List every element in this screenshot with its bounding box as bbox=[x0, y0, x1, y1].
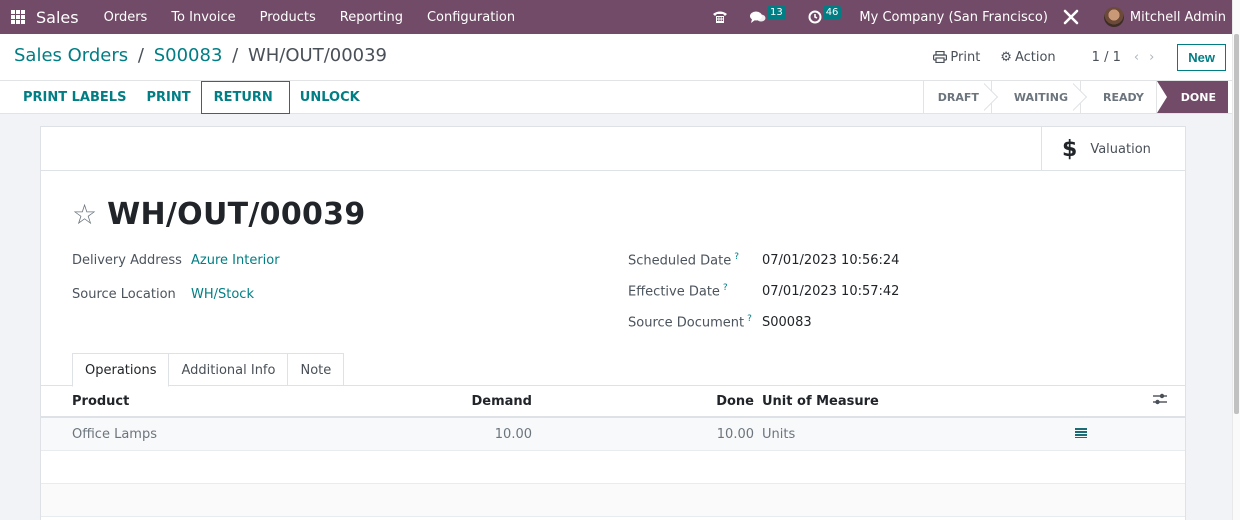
field-source-document: Source Document? S00083 bbox=[628, 314, 812, 330]
menu-reporting[interactable]: Reporting bbox=[328, 10, 415, 25]
return-button[interactable]: RETURN bbox=[200, 80, 290, 114]
chat-bubbles-icon bbox=[749, 11, 766, 23]
page-scrollbar[interactable] bbox=[1232, 0, 1240, 520]
stage-label: DRAFT bbox=[937, 90, 979, 104]
tab-note[interactable]: Note bbox=[287, 353, 345, 386]
detailed-operations-button[interactable] bbox=[1075, 427, 1087, 442]
field-label: Delivery Address bbox=[72, 253, 182, 268]
tab-operations[interactable]: Operations bbox=[72, 353, 170, 387]
unlock-button[interactable]: UNLOCK bbox=[290, 83, 370, 112]
field-delivery-address: Delivery Address Azure Interior bbox=[72, 253, 280, 268]
action-label: Action bbox=[1014, 49, 1056, 65]
field-label: Effective Date bbox=[628, 284, 720, 300]
top-navbar: Sales Orders To Invoice Products Reporti… bbox=[0, 0, 1232, 34]
cell-done: 10.00 bbox=[716, 426, 754, 442]
user-menu[interactable]: Mitchell Admin bbox=[1130, 10, 1226, 25]
print-dropdown[interactable]: Print bbox=[933, 50, 980, 65]
column-done[interactable]: Done bbox=[716, 394, 754, 409]
user-avatar[interactable] bbox=[1103, 7, 1124, 27]
star-icon[interactable]: ☆ bbox=[72, 200, 97, 229]
stage-pipeline: DRAFT WAITING READY DONE bbox=[922, 81, 1228, 113]
field-label: Scheduled Date bbox=[628, 253, 732, 269]
tab-additional-info[interactable]: Additional Info bbox=[168, 353, 289, 386]
valuation-button[interactable]: $ Valuation bbox=[1041, 127, 1185, 171]
status-bar: PRINT LABELS PRINT RETURN UNLOCK DRAFT W… bbox=[0, 80, 1232, 114]
help-icon[interactable]: ? bbox=[723, 283, 728, 293]
stage-label: DONE bbox=[1180, 90, 1216, 104]
print-labels-button[interactable]: PRINT LABELS bbox=[13, 83, 136, 112]
print-button[interactable]: PRINT bbox=[136, 83, 200, 112]
stage-label: READY bbox=[1103, 90, 1144, 104]
tools-icon[interactable] bbox=[1062, 8, 1080, 26]
gear-icon: ⚙ bbox=[1000, 49, 1012, 65]
breadcrumb-current: WH/OUT/00039 bbox=[247, 45, 388, 66]
stage-label: WAITING bbox=[1013, 90, 1068, 104]
activities-button[interactable]: 46 bbox=[808, 5, 842, 24]
action-dropdown[interactable]: ⚙ Action bbox=[1000, 50, 1055, 65]
breadcrumb-sales-order[interactable]: S00083 bbox=[154, 45, 223, 66]
pager-prev-button[interactable]: ‹ bbox=[1134, 50, 1139, 65]
breadcrumb-separator: / bbox=[137, 45, 144, 66]
app-name[interactable]: Sales bbox=[36, 8, 79, 27]
column-demand[interactable]: Demand bbox=[472, 394, 533, 409]
apps-grid-icon[interactable] bbox=[11, 10, 25, 24]
help-icon[interactable]: ? bbox=[734, 252, 739, 262]
help-icon[interactable]: ? bbox=[747, 314, 752, 324]
effective-date-value: 07/01/2023 10:57:42 bbox=[762, 283, 900, 299]
table-header: Product Demand Done Unit of Measure bbox=[41, 386, 1185, 418]
delivery-address-link[interactable]: Azure Interior bbox=[191, 253, 280, 268]
menu-configuration[interactable]: Configuration bbox=[415, 10, 527, 25]
new-button[interactable]: New bbox=[1177, 43, 1226, 71]
stage-ready[interactable]: READY bbox=[1080, 81, 1156, 113]
source-document-value: S00083 bbox=[762, 314, 812, 330]
control-panel: Sales Orders / S00083 / WH/OUT/00039 Pri… bbox=[0, 34, 1232, 80]
scheduled-date-value: 07/01/2023 10:56:24 bbox=[762, 252, 900, 268]
breadcrumb-sales-orders[interactable]: Sales Orders bbox=[14, 45, 128, 66]
cell-product: Office Lamps bbox=[72, 426, 157, 442]
printer-icon bbox=[933, 51, 948, 63]
table-empty-row bbox=[41, 484, 1185, 517]
stage-done: DONE bbox=[1155, 81, 1228, 113]
column-product[interactable]: Product bbox=[72, 394, 129, 409]
menu-to-invoice[interactable]: To Invoice bbox=[159, 10, 247, 25]
optional-columns-toggle[interactable] bbox=[1153, 393, 1167, 409]
stage-waiting[interactable]: WAITING bbox=[990, 81, 1080, 113]
form-sheet: $ Valuation ☆ WH/OUT/00039 Delivery Addr… bbox=[40, 126, 1186, 520]
field-label: Source Document bbox=[628, 315, 745, 331]
stage-draft[interactable]: DRAFT bbox=[922, 81, 991, 113]
valuation-label: Valuation bbox=[1090, 141, 1151, 157]
messages-count-badge: 13 bbox=[766, 5, 786, 19]
phone-icon[interactable] bbox=[712, 10, 728, 24]
smart-button-box: $ Valuation bbox=[41, 127, 1185, 171]
print-label: Print bbox=[950, 49, 981, 65]
breadcrumb-separator: / bbox=[232, 45, 239, 66]
menu-products[interactable]: Products bbox=[248, 10, 328, 25]
table-row[interactable]: Office Lamps 10.00 10.00 Units bbox=[41, 418, 1185, 451]
cell-uom: Units bbox=[762, 426, 796, 442]
cell-demand: 10.00 bbox=[494, 426, 532, 442]
record-title: WH/OUT/00039 bbox=[107, 197, 366, 232]
column-unit-of-measure[interactable]: Unit of Measure bbox=[762, 394, 879, 409]
pager-value[interactable]: 1 / 1 bbox=[1092, 50, 1121, 65]
activities-count-badge: 46 bbox=[822, 5, 842, 19]
sliders-icon bbox=[1153, 393, 1167, 405]
source-location-link[interactable]: WH/Stock bbox=[191, 287, 254, 302]
field-source-location: Source Location WH/Stock bbox=[72, 287, 254, 302]
pager-next-button[interactable]: › bbox=[1149, 50, 1154, 65]
messages-button[interactable]: 13 bbox=[749, 5, 786, 24]
breadcrumb: Sales Orders / S00083 / WH/OUT/00039 bbox=[14, 45, 387, 66]
field-effective-date: Effective Date? 07/01/2023 10:57:42 bbox=[628, 283, 899, 299]
table-empty-row bbox=[41, 451, 1185, 484]
clock-icon bbox=[808, 10, 822, 24]
menu-orders[interactable]: Orders bbox=[92, 10, 160, 25]
list-icon bbox=[1075, 427, 1087, 438]
dollar-icon: $ bbox=[1062, 136, 1078, 162]
scrollbar-thumb[interactable] bbox=[1234, 34, 1239, 414]
company-switcher[interactable]: My Company (San Francisco) bbox=[859, 10, 1047, 25]
field-scheduled-date: Scheduled Date? 07/01/2023 10:56:24 bbox=[628, 252, 899, 268]
notebook-tabs: Operations Additional Info Note bbox=[72, 353, 345, 387]
field-label: Source Location bbox=[72, 287, 176, 302]
